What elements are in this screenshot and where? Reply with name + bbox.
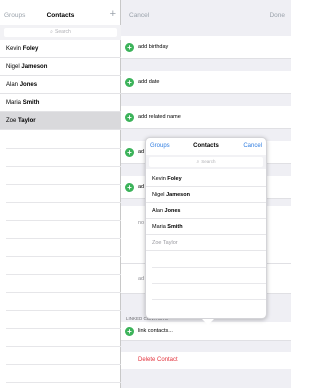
contacts-title: Contacts [46,12,75,19]
contact-first-name: Nigel [152,192,165,198]
contact-first-name: Maria [152,224,166,230]
row-label: ad [138,149,145,155]
search-bar: ⌕ Search [0,25,121,40]
contact-first-name: Maria [6,100,22,106]
contact-last-name: Taylor [18,118,36,124]
empty-row-divider [6,256,121,257]
contact-first-name: Zoe [152,240,162,246]
empty-row-divider [152,299,266,300]
add-icon: + [125,148,134,157]
contact-picker-popover: Groups Contacts Cancel ⌕ Search Kevin Fol… [145,137,267,325]
empty-row-divider [6,346,121,347]
popover-contact-row[interactable]: Alan Jones [146,203,266,219]
edit-nav-bar: Cancel Done [121,8,291,24]
contact-row[interactable]: Maria Smith [0,94,121,112]
contact-row-selected[interactable]: Zoe Taylor [0,112,121,130]
done-button[interactable]: Done [269,12,285,19]
delete-contact-button[interactable]: Delete Contact [121,352,291,369]
empty-row-divider [6,292,121,293]
contact-last-name: Jameson [21,64,48,70]
popover-contact-row[interactable]: Kevin Foley [146,171,266,187]
popover-contact-row-disabled: Zoe Taylor [146,235,266,251]
empty-row-divider [152,267,266,268]
add-icon: + [125,183,134,192]
popover-contact-row[interactable]: Maria Smith [146,219,266,235]
cancel-button[interactable]: Cancel [129,12,149,19]
popover-cancel-button[interactable]: Cancel [243,143,262,149]
add-date-row[interactable]: + add date [121,71,291,94]
empty-row-divider [152,283,266,284]
contact-last-name: Jones [19,82,38,88]
contact-first-name: Zoe [6,118,17,124]
search-placeholder: Search [54,29,71,35]
contact-row[interactable]: Kevin Foley [0,40,121,58]
row-label: ad [138,184,145,190]
contact-last-name: Jones [164,208,181,214]
row-label: add related name [138,114,181,120]
notes-label: no [138,220,145,226]
add-related-name-row[interactable]: + add related name [121,106,291,129]
empty-row-divider [6,328,121,329]
empty-row-divider [6,364,121,365]
contact-first-name: Kevin [6,46,22,52]
contact-last-name: Jameson [166,192,190,198]
contact-first-name: Kevin [152,176,166,182]
empty-row-divider [6,274,121,275]
contact-last-name: Foley [167,176,182,182]
popover-arrow [202,319,214,325]
empty-row-divider [6,310,121,311]
add-icon: + [125,43,134,52]
contact-first-name: Nigel [6,64,20,70]
add-icon: + [125,327,134,336]
popover-nav-bar: Groups Contacts Cancel [146,138,266,155]
row-label: add birthday [138,44,169,50]
contact-row[interactable]: Nigel Jameson [0,58,121,76]
row-label: add date [138,79,160,85]
empty-row-divider [6,202,121,203]
contact-first-name: Alan [152,208,164,214]
contact-last-name: Foley [22,46,39,52]
empty-row-divider [6,166,121,167]
popover-contact-row[interactable]: Nigel Jameson [146,187,266,203]
search-icon: ⌕ [50,29,53,35]
popover-search-bar: ⌕ Search [146,155,266,169]
contacts-list-panel: Groups Contacts + ⌕ Search Kevin Foley Ni… [0,0,121,388]
empty-row-divider [6,184,121,185]
contacts-nav-bar: Groups Contacts + [0,8,121,24]
empty-row-divider [6,238,121,239]
contact-last-name: Taylor [162,240,178,246]
add-icon: + [125,78,134,87]
contact-first-name: Alan [6,82,19,88]
contact-last-name: Smith [167,224,183,230]
add-icon: + [125,113,134,122]
add-birthday-row[interactable]: + add birthday [121,36,291,59]
row-label: ad [138,276,145,282]
search-icon: ⌕ [196,159,200,165]
add-contact-icon[interactable]: + [110,9,116,20]
empty-row-divider [6,220,121,221]
search-input[interactable]: ⌕ Search [4,28,117,37]
empty-row-divider [6,382,121,383]
contact-last-name: Smith [22,100,40,106]
empty-row-divider [6,148,121,149]
popover-search-input[interactable]: ⌕ Search [149,157,263,167]
search-placeholder: Search [201,159,216,164]
row-label: link contacts... [138,328,173,334]
contact-row[interactable]: Alan Jones [0,76,121,94]
